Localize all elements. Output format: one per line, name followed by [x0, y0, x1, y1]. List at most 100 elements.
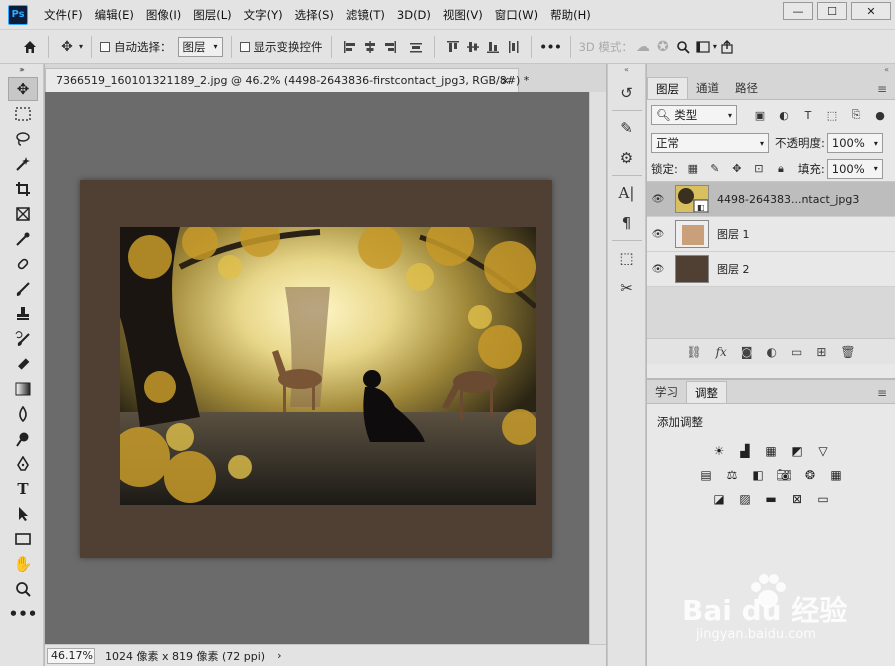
eye-icon[interactable]: 👁︎ — [647, 264, 669, 275]
align-top-icon[interactable] — [443, 37, 463, 57]
curves-icon[interactable]: ▦ — [762, 442, 780, 460]
lock-transparent-icon[interactable]: ▦ — [684, 160, 702, 178]
lock-all-icon[interactable]: 🔒︎ — [772, 160, 790, 178]
brightness-contrast-icon[interactable]: ☀ — [710, 442, 728, 460]
character-panel-icon[interactable]: A| — [614, 180, 640, 206]
layer-row[interactable]: 👁︎ 图层 2 — [647, 252, 895, 287]
lasso-tool-icon[interactable] — [8, 127, 38, 151]
filter-shape-icon[interactable]: ⬚ — [823, 106, 841, 124]
history-brush-tool-icon[interactable] — [8, 327, 38, 351]
align-middle-icon[interactable] — [463, 37, 483, 57]
minimize-button[interactable]: — — [783, 2, 813, 20]
distribute-icon[interactable] — [406, 37, 426, 57]
menu-window[interactable]: 窗口(W) — [489, 7, 544, 23]
gradient-map-icon[interactable]: ▭ — [814, 490, 832, 508]
panel-menu-icon[interactable]: ≡ — [877, 82, 887, 96]
menu-edit[interactable]: 编辑(E) — [89, 7, 140, 23]
menu-filter[interactable]: 滤镜(T) — [340, 7, 391, 23]
3d-orbit-icon[interactable]: ☁ — [633, 37, 653, 57]
levels-icon[interactable]: ▟ — [736, 442, 754, 460]
filter-type-icon[interactable]: T — [799, 106, 817, 124]
exposure-icon[interactable]: ◩ — [788, 442, 806, 460]
black-white-icon[interactable]: ◧ — [749, 466, 767, 484]
3d-panel-icon[interactable]: ⬚ — [614, 245, 640, 271]
status-menu-arrow-icon[interactable]: › — [277, 649, 281, 662]
auto-select-checkbox[interactable] — [100, 41, 111, 52]
magic-wand-tool-icon[interactable] — [8, 152, 38, 176]
more-options-button[interactable]: ••• — [540, 40, 562, 54]
tab-adjustments[interactable]: 调整 — [686, 381, 727, 403]
type-tool-icon[interactable]: T — [8, 477, 38, 501]
tab-layers[interactable]: 图层 — [647, 77, 688, 99]
zoom-level-field[interactable]: 46.17% — [47, 647, 95, 664]
brush-presets-panel-icon[interactable]: ⚙ — [614, 145, 640, 171]
home-icon[interactable] — [20, 37, 40, 57]
hue-saturation-icon[interactable]: ▤ — [697, 466, 715, 484]
new-group-icon[interactable]: ▭ — [791, 345, 802, 359]
layer-row[interactable]: 👁︎ 图层 1 — [647, 217, 895, 252]
show-transform-option[interactable]: 显示变换控件 — [239, 39, 323, 55]
invert-icon[interactable]: ◪ — [710, 490, 728, 508]
eraser-tool-icon[interactable] — [8, 352, 38, 376]
clone-stamp-tool-icon[interactable] — [8, 302, 38, 326]
menu-file[interactable]: 文件(F) — [38, 7, 89, 23]
paragraph-panel-icon[interactable]: ¶ — [614, 210, 640, 236]
menu-3d[interactable]: 3D(D) — [391, 8, 437, 22]
menu-type[interactable]: 文字(Y) — [238, 7, 289, 23]
layer-row[interactable]: 👁︎ ◧ 4498-264383...ntact_jpg3 — [647, 182, 895, 217]
pen-tool-icon[interactable] — [8, 452, 38, 476]
filter-adjustment-icon[interactable]: ◐ — [775, 106, 793, 124]
maximize-button[interactable]: ☐ — [817, 2, 847, 20]
add-mask-icon[interactable]: ◙ — [741, 345, 753, 359]
hand-tool-icon[interactable]: ✋ — [8, 552, 38, 576]
color-lookup-icon[interactable]: ▦ — [827, 466, 845, 484]
lock-pixels-icon[interactable]: ✎ — [706, 160, 724, 178]
align-right-icon[interactable] — [380, 37, 400, 57]
threshold-icon[interactable]: ▬ — [762, 490, 780, 508]
gradient-tool-icon[interactable] — [8, 377, 38, 401]
layers-list-empty-area[interactable] — [647, 287, 895, 338]
link-layers-icon[interactable]: ⛓ — [686, 345, 701, 359]
new-layer-icon[interactable]: ⊞ — [816, 345, 826, 359]
vertical-scrollbar[interactable] — [589, 92, 606, 644]
healing-brush-tool-icon[interactable] — [8, 252, 38, 276]
show-transform-checkbox[interactable] — [239, 41, 250, 52]
menu-image[interactable]: 图像(I) — [140, 7, 187, 23]
menu-select[interactable]: 选择(S) — [289, 7, 340, 23]
move-tool-icon[interactable]: ✥ — [8, 77, 38, 101]
3d-rotate-icon[interactable]: ✪ — [653, 37, 673, 57]
blend-mode-dropdown[interactable]: 正常 ▾ — [651, 133, 769, 153]
blur-tool-icon[interactable] — [8, 402, 38, 426]
layer-style-icon[interactable]: fx — [716, 345, 727, 359]
workspace-icon[interactable] — [693, 37, 713, 57]
channel-mixer-icon[interactable]: ❂ — [801, 466, 819, 484]
lock-artboard-icon[interactable]: ⊡ — [750, 160, 768, 178]
distribute-vertical-icon[interactable] — [503, 37, 523, 57]
menu-view[interactable]: 视图(V) — [437, 7, 489, 23]
menu-help[interactable]: 帮助(H) — [544, 7, 597, 23]
share-icon[interactable] — [717, 37, 737, 57]
color-balance-icon[interactable]: ⚖ — [723, 466, 741, 484]
brush-settings-panel-icon[interactable]: ✎ — [614, 115, 640, 141]
eyedropper-tool-icon[interactable] — [8, 227, 38, 251]
tool-presets-panel-icon[interactable]: ✂ — [614, 275, 640, 301]
close-button[interactable]: ✕ — [851, 2, 891, 20]
move-tool-icon[interactable]: ✥ — [57, 37, 77, 57]
panel-menu-icon[interactable]: ≡ — [877, 386, 887, 400]
photo-filter-icon[interactable]: 📷︎ — [775, 466, 793, 484]
collapse-panels-icon[interactable]: « — [647, 64, 895, 76]
align-center-icon[interactable] — [360, 37, 380, 57]
auto-select-target-dropdown[interactable]: 图层 ▾ — [177, 36, 223, 57]
posterize-icon[interactable]: ▨ — [736, 490, 754, 508]
new-adjustment-layer-icon[interactable]: ◐ — [766, 345, 776, 359]
vibrance-icon[interactable]: ▽ — [814, 442, 832, 460]
align-bottom-icon[interactable] — [483, 37, 503, 57]
marquee-tool-icon[interactable] — [8, 102, 38, 126]
filter-pixel-icon[interactable]: ▣ — [751, 106, 769, 124]
frame-tool-icon[interactable] — [8, 202, 38, 226]
zoom-tool-icon[interactable] — [8, 577, 38, 601]
dodge-tool-icon[interactable] — [8, 427, 38, 451]
document-tab[interactable]: 7366519_160101321189_2.jpg @ 46.2% (4498… — [45, 68, 529, 92]
filter-toggle-icon[interactable]: ● — [871, 106, 889, 124]
tab-channels[interactable]: 通道 — [688, 77, 727, 99]
